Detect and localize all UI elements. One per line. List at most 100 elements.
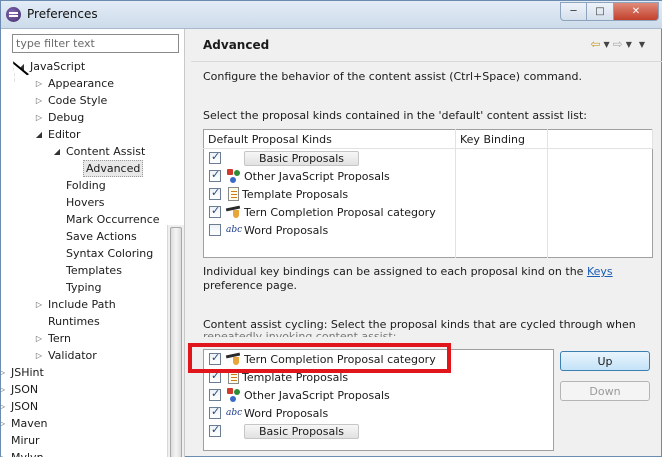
proposal-checkbox[interactable] xyxy=(209,224,221,236)
collapsed-arrow-icon[interactable]: ▷ xyxy=(1,415,7,432)
tree-item[interactable]: Folding xyxy=(1,177,167,194)
back-arrow-icon[interactable]: ⇦ xyxy=(590,37,600,51)
close-button[interactable]: ✕ xyxy=(614,2,659,21)
proposal-checkbox[interactable] xyxy=(209,204,221,218)
tree-item[interactable]: Save Actions xyxy=(1,228,167,245)
view-menu-icon[interactable]: ▼ xyxy=(639,40,645,49)
tree-item[interactable]: Syntax Coloring xyxy=(1,245,167,262)
tree-item[interactable]: Mirur xyxy=(1,432,167,449)
window-title: Preferences xyxy=(27,7,98,21)
forward-dropdown-icon[interactable]: ▼ xyxy=(626,40,632,49)
tree-item[interactable]: Mark Occurrence xyxy=(1,211,167,228)
javascript-proposals-icon xyxy=(226,168,241,184)
proposal-checkbox[interactable] xyxy=(209,387,221,401)
collapsed-arrow-icon[interactable]: ▷ xyxy=(1,364,7,381)
collapsed-arrow-icon[interactable]: ▷ xyxy=(34,347,44,364)
tree-item[interactable]: Typing xyxy=(1,279,167,296)
blank-icon xyxy=(226,424,241,439)
proposal-kind-row[interactable]: Other JavaScript Proposals xyxy=(203,167,653,185)
keys-link[interactable]: Keys xyxy=(587,265,613,278)
default-proposal-kinds-table: Default Proposal Kinds Key Binding Basic… xyxy=(203,129,653,258)
column-header-key-binding[interactable]: Key Binding xyxy=(455,129,548,149)
tree-item[interactable]: ▷ Appearance xyxy=(1,75,167,92)
tree-item-label: Content Assist xyxy=(66,145,146,158)
collapsed-arrow-icon[interactable]: ▷ xyxy=(34,296,44,313)
javascript-proposals-icon xyxy=(226,387,241,403)
tree-item[interactable]: ▷Mylyn xyxy=(1,449,167,457)
filler-cell xyxy=(548,203,653,221)
tree-item[interactable]: Runtimes xyxy=(1,313,167,330)
collapsed-arrow-icon[interactable]: ▷ xyxy=(1,449,7,457)
tree-item[interactable]: Hovers xyxy=(1,194,167,211)
collapsed-arrow-icon[interactable]: ▷ xyxy=(34,92,44,109)
tree-item[interactable]: ▷ Validator xyxy=(1,347,167,364)
tree-item-label: JSHint xyxy=(11,366,44,379)
preference-page: Advanced ⇦ ▼ ⇨ ▼ ▼ Configure the behavio… xyxy=(191,29,662,457)
tree-scrollbar-thumb[interactable] xyxy=(170,227,182,457)
tree-item-label: Tern xyxy=(48,332,71,345)
tree-item[interactable]: ▷ JSON xyxy=(1,398,167,415)
tree-item-label: Hovers xyxy=(66,196,105,209)
proposal-kind-label: Other JavaScript Proposals xyxy=(244,169,390,183)
proposal-kind-row[interactable]: Other JavaScript Proposals xyxy=(204,386,554,404)
tree-item[interactable]: ◢ Content Assist xyxy=(1,143,167,160)
proposal-kind-row[interactable]: abcWord Proposals xyxy=(203,221,653,239)
proposal-kind-row[interactable]: Basic Proposals xyxy=(204,422,554,440)
tree-item-label: JSON xyxy=(11,383,39,396)
column-header-filler xyxy=(547,129,653,149)
keybinding-note-line2: preference page. xyxy=(203,279,297,292)
proposal-kind-label: Tern Completion Proposal category xyxy=(244,205,436,219)
tree-item[interactable]: ▷ JSON xyxy=(1,381,167,398)
proposal-checkbox[interactable] xyxy=(209,150,221,164)
key-binding-cell xyxy=(455,148,548,167)
expanded-arrow-icon[interactable]: ◢ xyxy=(52,143,62,160)
tree-item[interactable]: ▷ Maven xyxy=(1,415,167,432)
tree-item[interactable]: ▷ Include Path xyxy=(1,296,167,313)
tree-scrollbar[interactable] xyxy=(167,225,184,457)
tern-icon xyxy=(226,205,241,220)
default-list-label: Select the proposal kinds contained in t… xyxy=(203,109,587,122)
tree-item-label: Mark Occurrence xyxy=(66,213,160,226)
collapsed-arrow-icon[interactable]: ▷ xyxy=(34,75,44,92)
tree-item-label: Templates xyxy=(66,264,122,277)
tree-item-label: Syntax Coloring xyxy=(66,247,154,260)
proposal-kind-row[interactable]: Basic Proposals xyxy=(203,148,653,167)
proposal-kind-label: Word Proposals xyxy=(244,406,329,420)
maximize-button[interactable]: □ xyxy=(587,2,614,21)
back-dropdown-icon[interactable]: ▼ xyxy=(603,40,609,49)
tree-item-label: Maven xyxy=(11,417,48,430)
tree-item[interactable]: ◢ Editor xyxy=(1,126,167,143)
annotation-highlight-box xyxy=(188,343,451,373)
tree-item[interactable]: Templates xyxy=(1,262,167,279)
proposal-kind-row[interactable]: abcWord Proposals xyxy=(204,404,554,422)
forward-arrow-icon[interactable]: ⇨ xyxy=(613,37,623,51)
proposal-checkbox[interactable] xyxy=(209,168,221,182)
tree-item-label: Runtimes xyxy=(48,315,100,328)
tree-item-label: JavaScript xyxy=(30,60,86,73)
proposal-kind-label: Basic Proposals xyxy=(244,150,360,166)
tree-item[interactable]: Advanced xyxy=(1,160,167,177)
tree-item-label: Advanced xyxy=(83,160,144,177)
proposal-kind-row[interactable]: Tern Completion Proposal category xyxy=(203,203,653,221)
collapsed-arrow-icon[interactable]: ▷ xyxy=(34,109,44,126)
tree-item-label: Typing xyxy=(66,281,102,294)
minimize-button[interactable]: ─ xyxy=(560,2,587,21)
tree-item[interactable]: ▷ Tern xyxy=(1,330,167,347)
proposal-kind-label: Other JavaScript Proposals xyxy=(244,388,390,402)
expanded-arrow-icon[interactable]: ◢ xyxy=(34,126,44,143)
proposal-checkbox[interactable] xyxy=(209,423,221,437)
collapsed-arrow-icon[interactable]: ▷ xyxy=(1,381,7,398)
tree-item[interactable]: ▷ JSHint xyxy=(1,364,167,381)
proposal-kind-label: Template Proposals xyxy=(242,187,349,201)
proposal-kind-row[interactable]: Template Proposals xyxy=(203,185,653,203)
up-button[interactable]: Up xyxy=(560,351,650,371)
filter-input[interactable] xyxy=(12,34,179,53)
collapsed-arrow-icon[interactable]: ▷ xyxy=(34,330,44,347)
down-button[interactable]: Down xyxy=(560,381,650,401)
proposal-checkbox[interactable] xyxy=(209,405,221,419)
collapsed-arrow-icon[interactable]: ▷ xyxy=(1,398,7,415)
proposal-checkbox[interactable] xyxy=(209,186,221,200)
column-header-proposal-kinds[interactable]: Default Proposal Kinds xyxy=(203,129,456,149)
tree-item[interactable]: ▷ Debug xyxy=(1,109,167,126)
tree-item[interactable]: ▷ Code Style xyxy=(1,92,167,109)
